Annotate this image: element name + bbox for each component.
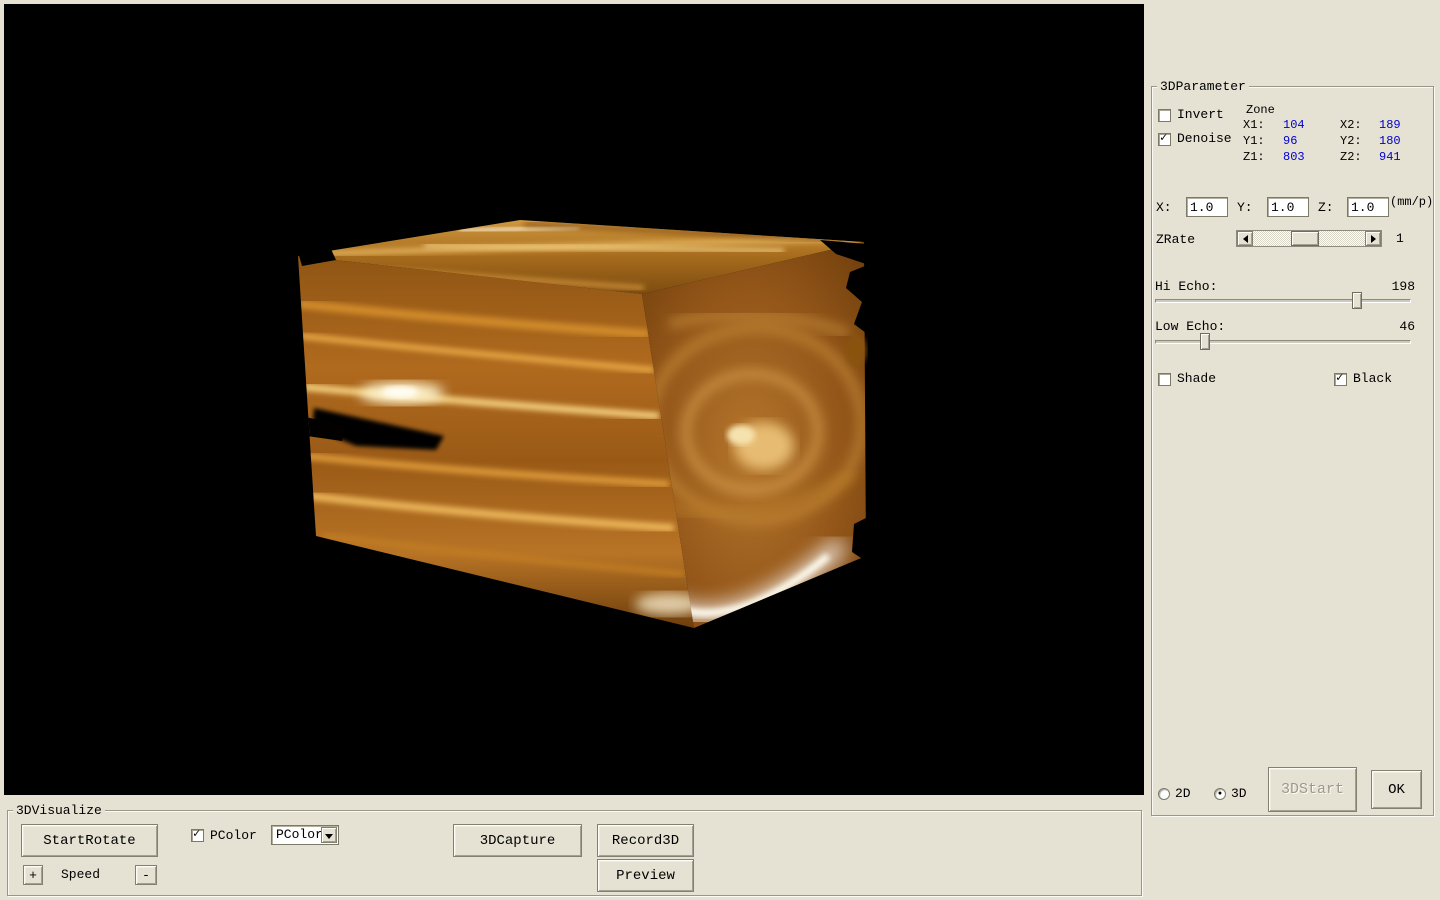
hi-echo-label: Hi Echo: [1155,279,1217,294]
pcolor-label: PColor [210,828,257,843]
hi-echo-slider-thumb[interactable] [1352,292,1362,309]
ok-button[interactable]: OK [1371,770,1422,809]
scale-x-label: X: [1156,200,1172,215]
scale-y-label: Y: [1237,200,1253,215]
invert-label: Invert [1177,107,1224,122]
zrate-label: ZRate [1156,232,1195,247]
mode-3d-radio[interactable]: ● [1214,788,1226,800]
speed-plus-button[interactable]: + [23,865,43,885]
zone-y2-value: 180 [1379,134,1401,148]
visualize-groupbox: 3DVisualize StartRotate ✓ PColor PColor … [7,810,1142,896]
visualize-groupbox-title: 3DVisualize [13,803,105,818]
denoise-checkbox[interactable]: ✓ [1158,133,1171,146]
mode-3d-radio-dot: ● [1218,791,1222,798]
zrate-value: 1 [1396,231,1404,246]
volume-render [4,4,1144,795]
zone-title: Zone [1246,103,1275,117]
zone-y1-label: Y1: [1243,134,1265,148]
zone-x1-label: X1: [1243,118,1265,132]
black-checkmark: ✓ [1336,371,1343,386]
invert-checkbox[interactable] [1158,109,1171,122]
zrate-scroll-thumb[interactable] [1291,231,1319,246]
right-arrow-icon [1371,235,1376,243]
app-window: 3DParameter Invert ✓ Denoise Zone X1: 10… [0,0,1440,900]
scale-x-input[interactable]: 1.0 [1186,197,1228,217]
pcolor-checkmark: ✓ [193,827,200,842]
scale-y-value: 1.0 [1271,200,1294,215]
parameter-groupbox: 3DParameter Invert ✓ Denoise Zone X1: 10… [1151,86,1434,816]
zrate-scroll-right-button[interactable] [1365,231,1381,246]
preview-button[interactable]: Preview [597,859,694,892]
scale-unit-label: (mm/p) [1390,195,1433,209]
low-echo-slider-thumb[interactable] [1200,333,1210,350]
denoise-checkmark: ✓ [1160,131,1167,146]
parameter-groupbox-title: 3DParameter [1157,79,1249,94]
zone-y2-label: Y2: [1340,134,1362,148]
low-echo-label: Low Echo: [1155,319,1225,334]
zone-x2-value: 189 [1379,118,1401,132]
speed-minus-button[interactable]: - [135,865,157,885]
zone-z2-label: Z2: [1340,150,1362,164]
low-echo-slider-track[interactable] [1155,340,1411,344]
3dstart-button[interactable]: 3DStart [1268,767,1357,812]
mode-2d-radio[interactable] [1158,788,1170,800]
hi-echo-slider-track[interactable] [1155,299,1411,303]
black-label: Black [1353,371,1392,386]
shade-checkbox[interactable] [1158,373,1171,386]
pcolor-checkbox[interactable]: ✓ [191,829,204,842]
scale-z-input[interactable]: 1.0 [1347,197,1389,217]
zone-z1-value: 803 [1283,150,1305,164]
scale-x-value: 1.0 [1190,200,1213,215]
zrate-scrollbar[interactable] [1236,230,1382,247]
scale-z-value: 1.0 [1351,200,1374,215]
shade-label: Shade [1177,371,1216,386]
scale-z-label: Z: [1318,200,1334,215]
3dcapture-button[interactable]: 3DCapture [453,824,582,857]
zone-x1-value: 104 [1283,118,1305,132]
zone-x2-label: X2: [1340,118,1362,132]
denoise-label: Denoise [1177,131,1232,146]
chevron-down-icon [325,834,333,839]
zone-z1-label: Z1: [1243,150,1265,164]
scale-y-input[interactable]: 1.0 [1267,197,1309,217]
record3d-button[interactable]: Record3D [597,824,694,857]
pcolor-dropdown-button[interactable] [321,827,337,843]
zrate-scroll-left-button[interactable] [1237,231,1253,246]
mode-3d-label: 3D [1231,786,1247,801]
low-echo-value: 46 [1382,319,1415,334]
start-rotate-button[interactable]: StartRotate [21,824,158,857]
speed-label: Speed [61,867,100,882]
3d-viewport[interactable] [4,4,1144,795]
left-arrow-icon [1243,235,1248,243]
pcolor-dropdown[interactable]: PColor [271,825,339,845]
zone-y1-value: 96 [1283,134,1297,148]
black-checkbox[interactable]: ✓ [1334,373,1347,386]
zone-z2-value: 941 [1379,150,1401,164]
pcolor-dropdown-value: PColor [276,827,323,842]
hi-echo-value: 198 [1382,279,1415,294]
mode-2d-label: 2D [1175,786,1191,801]
